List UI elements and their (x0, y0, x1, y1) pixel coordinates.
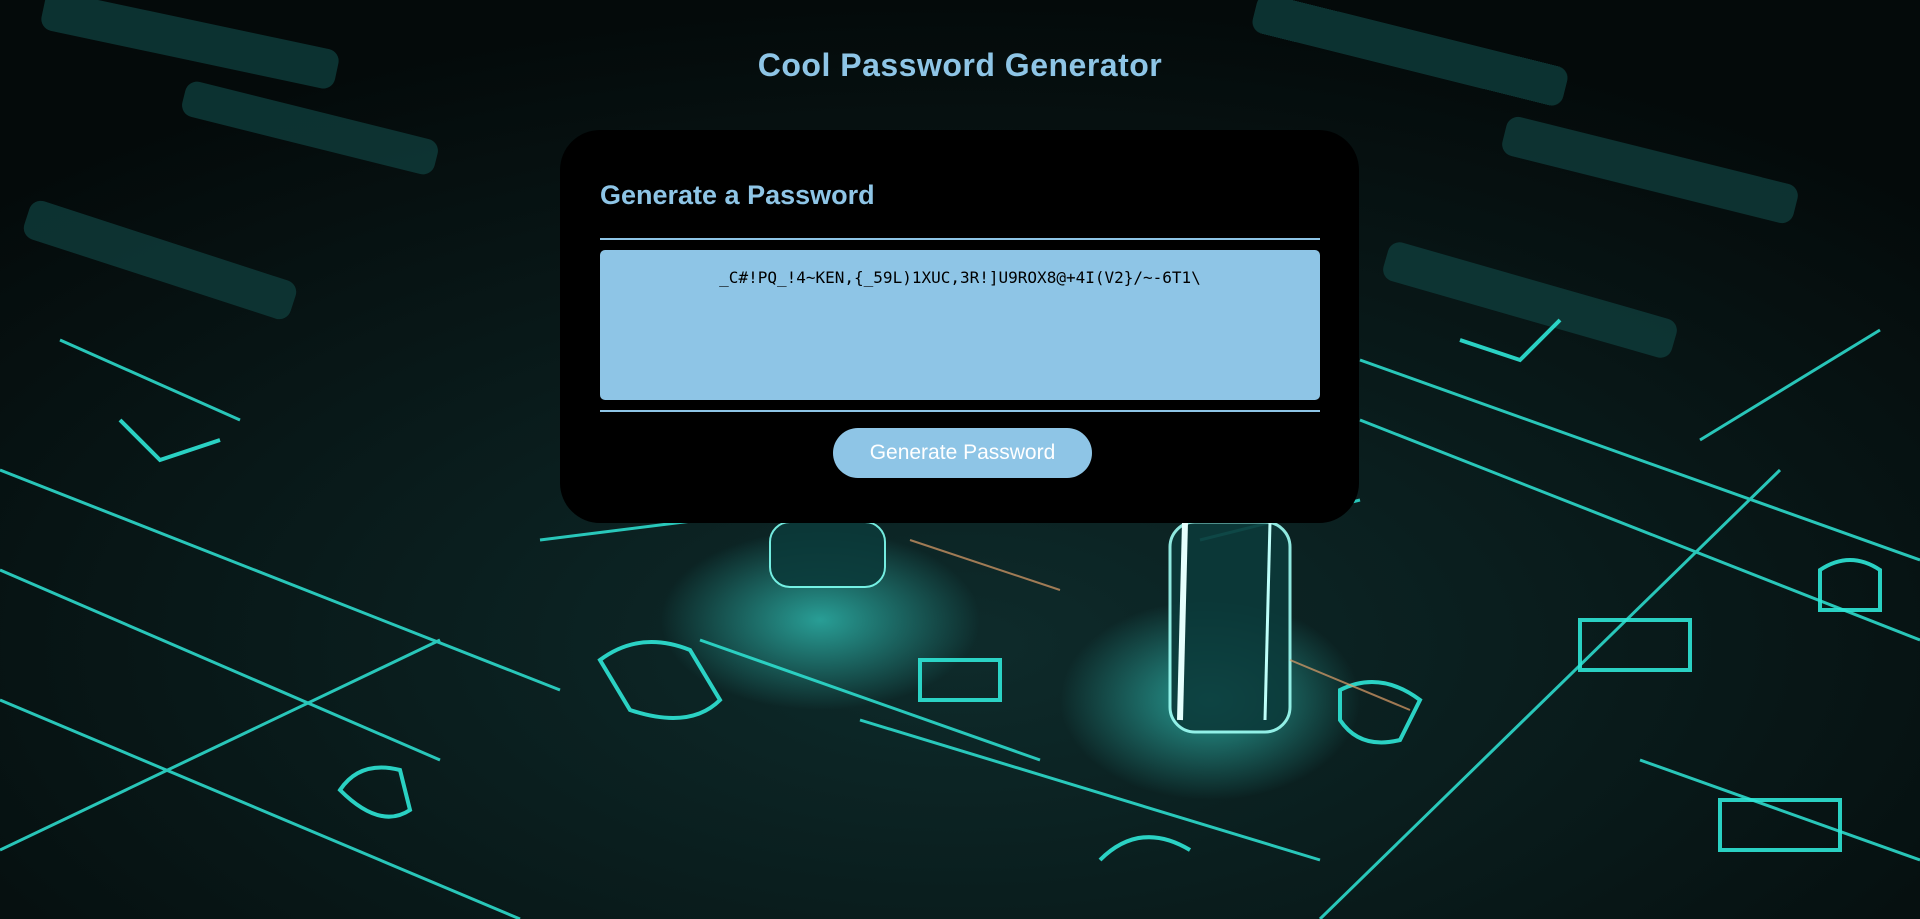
divider-top (600, 238, 1320, 240)
password-card: Generate a Password _C#!PQ_!4~KEN,{_59L)… (560, 130, 1359, 523)
password-output[interactable]: _C#!PQ_!4~KEN,{_59L)1XUC,3R!]U9ROX8@+4I(… (600, 250, 1320, 400)
divider-bottom (600, 410, 1320, 412)
card-header: Generate a Password (600, 180, 875, 210)
page-title: Cool Password Generator (757, 47, 1163, 83)
generate-password-button[interactable]: Generate Password (833, 428, 1092, 478)
